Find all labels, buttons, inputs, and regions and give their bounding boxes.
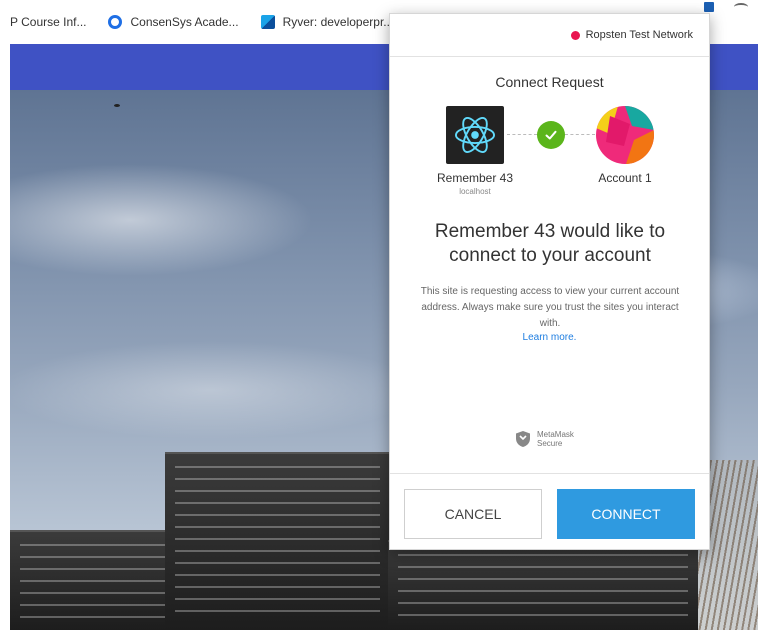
site-host: localhost	[459, 187, 491, 196]
connector-dash-right	[565, 134, 595, 135]
memorial-stone-right	[388, 540, 698, 630]
popup-header: Ropsten Test Network	[390, 14, 709, 57]
bookmark-label: Ryver: developerpr...	[282, 15, 394, 29]
memorial-stone-center	[165, 452, 390, 630]
learn-more-link[interactable]: Learn more.	[390, 332, 709, 343]
bookmark-consensys[interactable]: ConsenSys Acade...	[108, 7, 246, 37]
connect-description: This site is requesting access to view y…	[420, 286, 680, 329]
check-icon	[537, 121, 565, 149]
toolbar-icons	[704, 0, 748, 14]
cancel-button[interactable]: CANCEL	[404, 489, 542, 539]
shield-icon	[516, 431, 530, 447]
consensys-icon	[108, 15, 123, 29]
metamask-connect-popup: Ropsten Test Network Connect Request Rem…	[389, 13, 710, 550]
network-status-dot	[570, 30, 580, 40]
bird-silhouette	[114, 104, 120, 107]
secure-line-1: MetaMask	[537, 430, 574, 439]
metamask-secure-badge: MetaMask Secure	[515, 430, 574, 448]
bookmark-label: ConsenSys Acade...	[130, 15, 239, 29]
react-logo-icon	[446, 106, 504, 164]
popup-title: Connect Request	[495, 74, 604, 90]
jazzicon-avatar	[596, 106, 654, 164]
profile-icon[interactable]	[734, 3, 748, 11]
extension-icon[interactable]	[704, 2, 714, 12]
secure-line-2: Secure	[537, 439, 563, 448]
connection-visual: Remember 43 localhost Account 1	[390, 106, 709, 196]
bookmark-course[interactable]: P Course Inf...	[10, 7, 94, 37]
ryver-icon	[260, 15, 275, 29]
account-name: Account 1	[598, 171, 652, 185]
connector-dash-left	[507, 134, 537, 135]
network-label[interactable]: Ropsten Test Network	[586, 29, 693, 41]
bookmark-label: P Course Inf...	[10, 15, 87, 29]
bookmark-ryver[interactable]: Ryver: developerpr...	[260, 7, 402, 37]
connect-headline: Remember 43 would like to connect to you…	[434, 221, 666, 266]
connect-button[interactable]: CONNECT	[557, 489, 695, 539]
popup-footer: CANCEL CONNECT	[390, 473, 709, 551]
site-name: Remember 43	[436, 171, 514, 185]
